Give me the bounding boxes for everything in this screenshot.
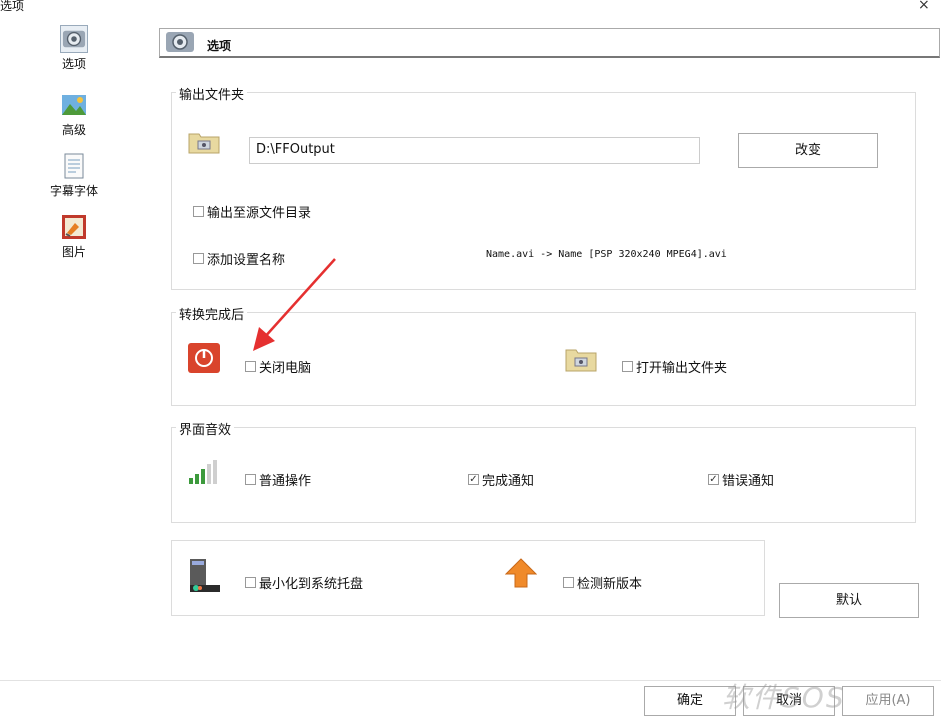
open-output-folder-checkbox[interactable]: 打开输出文件夹 <box>622 357 727 376</box>
folder-icon <box>188 133 220 154</box>
watermark: 软件SOS <box>722 681 846 714</box>
after-convert-group-label: 转换完成后 <box>176 304 248 323</box>
page-header: 选项 <box>159 28 940 58</box>
sidebar-item-label: 字幕字体 <box>49 184 98 198</box>
options-camera-icon <box>166 32 194 52</box>
options-camera-icon <box>60 25 88 53</box>
sidebar-item-subtitle-font[interactable]: 字幕字体 <box>44 153 104 199</box>
default-button[interactable]: 默认 <box>779 583 919 618</box>
paint-icon <box>62 215 86 239</box>
close-icon[interactable]: × <box>918 0 930 13</box>
output-to-source-checkbox[interactable]: 输出至源文件目录 <box>193 202 311 221</box>
checkbox-label: 完成通知 <box>482 474 535 489</box>
change-folder-button[interactable]: 改变 <box>738 133 878 168</box>
sidebar-item-label: 图片 <box>61 245 86 259</box>
checkbox-label: 普通操作 <box>259 474 312 489</box>
normal-operation-checkbox[interactable]: 普通操作 <box>245 470 311 489</box>
landscape-picture-icon <box>62 95 86 115</box>
checkbox-box[interactable]: ✓ <box>708 474 719 485</box>
sidebar-item-label: 高级 <box>61 123 86 137</box>
checkbox-label: 输出至源文件目录 <box>207 206 312 221</box>
shutdown-checkbox[interactable]: 关闭电脑 <box>245 357 311 376</box>
apply-button[interactable]: 应用(A) <box>842 686 934 716</box>
output-path-input[interactable]: D:\FFOutput <box>249 137 700 164</box>
check-new-version-checkbox[interactable]: 检测新版本 <box>563 573 642 592</box>
window-title: 选项 <box>0 0 25 13</box>
page-title: 选项 <box>207 39 232 53</box>
sidebar-item-advanced[interactable]: 高级 <box>44 92 104 138</box>
minimize-to-tray-checkbox[interactable]: 最小化到系统托盘 <box>245 573 363 592</box>
system-tray-icon <box>190 559 220 592</box>
checkbox-box[interactable]: ✓ <box>468 474 479 485</box>
checkbox-box[interactable] <box>622 361 633 372</box>
checkbox-box[interactable] <box>245 361 256 372</box>
sidebar-item-label: 选项 <box>61 57 86 71</box>
checkbox-label: 打开输出文件夹 <box>636 361 728 376</box>
checkbox-label: 错误通知 <box>722 474 775 489</box>
power-icon <box>188 343 220 373</box>
signal-bars-icon <box>189 460 217 484</box>
checkbox-box[interactable] <box>245 474 256 485</box>
document-icon <box>64 153 84 179</box>
annotation-arrow-icon <box>253 258 336 351</box>
complete-notice-checkbox[interactable]: ✓ 完成通知 <box>468 470 534 489</box>
checkbox-label: 检测新版本 <box>577 577 643 592</box>
checkbox-label: 关闭电脑 <box>259 361 312 376</box>
folder-icon <box>565 349 597 372</box>
checkbox-label: 最小化到系统托盘 <box>259 577 364 592</box>
checkbox-box[interactable] <box>193 206 204 217</box>
ui-sound-group-label: 界面音效 <box>176 419 235 438</box>
name-example-text: Name.avi -> Name [PSP 320x240 MPEG4].avi <box>486 249 727 260</box>
checkbox-box[interactable] <box>245 577 256 588</box>
update-arrow-icon <box>505 558 537 588</box>
error-notice-checkbox[interactable]: ✓ 错误通知 <box>708 470 774 489</box>
output-folder-group-label: 输出文件夹 <box>176 84 248 103</box>
sidebar-item-picture[interactable]: 图片 <box>44 214 104 260</box>
sidebar-item-options[interactable]: 选项 <box>44 25 104 72</box>
checkbox-box[interactable] <box>193 253 204 264</box>
checkbox-box[interactable] <box>563 577 574 588</box>
